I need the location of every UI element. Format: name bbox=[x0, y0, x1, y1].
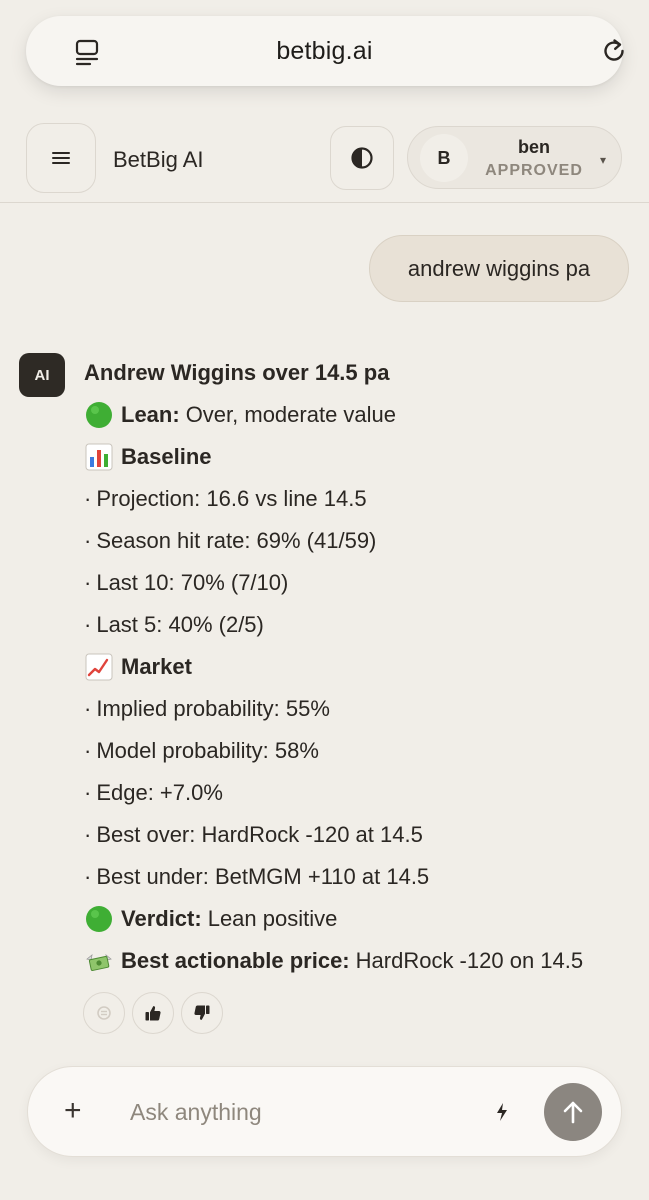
page: betbig.ai BetBig AI B ben APPROVED ▾ and… bbox=[0, 0, 649, 1200]
list-item-text: Season hit rate: 69% (41/59) bbox=[96, 528, 377, 553]
verdict-line: Verdict: Lean positive bbox=[84, 898, 644, 940]
list-item-text: Last 5: 40% (2/5) bbox=[96, 612, 264, 637]
chart-increasing-icon bbox=[84, 652, 114, 682]
baseline-label: Baseline bbox=[121, 444, 212, 469]
menu-button[interactable] bbox=[26, 123, 96, 193]
avatar: B bbox=[420, 134, 468, 182]
baseline-heading: Baseline bbox=[84, 436, 644, 478]
thumbs-down-button[interactable] bbox=[181, 992, 223, 1034]
lean-line: Lean: Over, moderate value bbox=[84, 394, 644, 436]
thumbs-up-button[interactable] bbox=[132, 992, 174, 1034]
best-price-value: HardRock -120 on 14.5 bbox=[355, 948, 584, 973]
bullet: · bbox=[84, 486, 92, 511]
list-item: · Best over: HardRock -120 at 14.5 bbox=[84, 814, 644, 856]
thumbs-down-icon bbox=[194, 1005, 210, 1020]
bullet: · bbox=[84, 528, 92, 553]
arrow-up-icon bbox=[563, 1101, 583, 1124]
composer: + bbox=[27, 1066, 622, 1157]
verdict-label: Verdict: bbox=[121, 906, 202, 931]
copy-button[interactable] bbox=[83, 992, 125, 1034]
market-heading: Market bbox=[84, 646, 644, 688]
list-item-text: Best over: HardRock -120 at 14.5 bbox=[96, 822, 423, 847]
user-message-bubble: andrew wiggins pa bbox=[369, 235, 629, 302]
verdict-value: Lean positive bbox=[207, 906, 338, 931]
market-label: Market bbox=[121, 654, 192, 679]
theme-toggle-button[interactable] bbox=[330, 126, 394, 190]
money-with-wings-icon bbox=[84, 946, 114, 976]
hamburger-icon bbox=[52, 152, 70, 164]
user-menu[interactable]: B ben APPROVED ▾ bbox=[407, 126, 622, 189]
bolt-icon[interactable] bbox=[493, 1102, 511, 1122]
list-item: · Last 10: 70% (7/10) bbox=[84, 562, 644, 604]
list-item: · Model probability: 58% bbox=[84, 730, 644, 772]
tabs-icon[interactable] bbox=[74, 38, 102, 66]
green-circle-icon bbox=[84, 400, 114, 430]
list-item-text: Best under: BetMGM +110 at 14.5 bbox=[96, 864, 430, 889]
user-name: ben bbox=[517, 137, 550, 157]
header-divider bbox=[0, 202, 649, 203]
send-button[interactable] bbox=[544, 1083, 602, 1141]
ai-message-title: Andrew Wiggins over 14.5 pa bbox=[84, 352, 644, 394]
lean-value: Over, moderate value bbox=[185, 402, 397, 427]
browser-url-bar[interactable]: betbig.ai bbox=[26, 16, 624, 86]
reload-icon[interactable] bbox=[599, 36, 629, 66]
list-item-text: Projection: 16.6 vs line 14.5 bbox=[96, 486, 367, 511]
app-title: BetBig AI bbox=[113, 147, 204, 172]
ai-avatar: AI bbox=[19, 353, 65, 397]
green-circle-icon bbox=[84, 904, 114, 934]
best-price-line: Best actionable price: HardRock -120 on … bbox=[84, 940, 644, 982]
bullet: · bbox=[84, 570, 92, 595]
url-text[interactable]: betbig.ai bbox=[276, 37, 372, 66]
bullet: · bbox=[84, 780, 92, 805]
ai-message: Andrew Wiggins over 14.5 pa Lean: Over, … bbox=[84, 352, 644, 982]
user-status-badge: APPROVED bbox=[485, 162, 583, 179]
best-price-label: Best actionable price: bbox=[121, 948, 350, 973]
list-item: · Implied probability: 55% bbox=[84, 688, 644, 730]
lean-label: Lean: bbox=[121, 402, 180, 427]
chat-input[interactable] bbox=[130, 1089, 470, 1135]
ai-message-title-text: Andrew Wiggins over 14.5 pa bbox=[84, 360, 390, 385]
bullet: · bbox=[84, 612, 92, 637]
bullet: · bbox=[84, 696, 92, 721]
list-item: · Last 5: 40% (2/5) bbox=[84, 604, 644, 646]
chevron-down-icon: ▾ bbox=[600, 153, 607, 167]
list-item-text: Edge: +7.0% bbox=[96, 780, 223, 805]
list-item: · Best under: BetMGM +110 at 14.5 bbox=[84, 856, 644, 898]
list-item-text: Last 10: 70% (7/10) bbox=[96, 570, 289, 595]
attach-button[interactable]: + bbox=[64, 1094, 82, 1128]
list-item: · Edge: +7.0% bbox=[84, 772, 644, 814]
bullet: · bbox=[84, 864, 92, 889]
list-item-text: Implied probability: 55% bbox=[96, 696, 330, 721]
copy-icon bbox=[97, 1006, 111, 1020]
list-item-text: Model probability: 58% bbox=[96, 738, 319, 763]
thumbs-up-icon bbox=[145, 1006, 161, 1021]
bullet: · bbox=[84, 738, 92, 763]
list-item: · Projection: 16.6 vs line 14.5 bbox=[84, 478, 644, 520]
bullet: · bbox=[84, 822, 92, 847]
bar-chart-icon bbox=[84, 442, 114, 472]
list-item: · Season hit rate: 69% (41/59) bbox=[84, 520, 644, 562]
contrast-icon bbox=[351, 147, 373, 169]
